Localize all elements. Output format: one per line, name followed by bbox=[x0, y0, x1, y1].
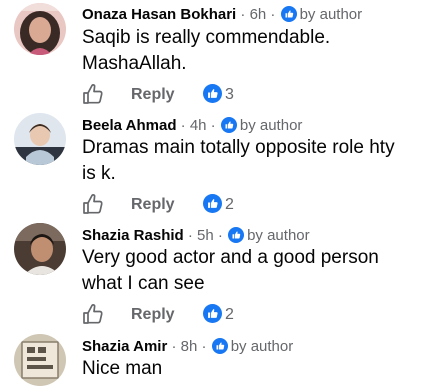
reaction-summary[interactable]: 2 bbox=[203, 304, 234, 324]
reaction-count: 3 bbox=[225, 86, 234, 103]
commenter-name[interactable]: Shazia Amir bbox=[82, 338, 167, 355]
separator: · bbox=[206, 117, 220, 134]
comment-timestamp[interactable]: 8h bbox=[181, 338, 198, 355]
avatar[interactable] bbox=[14, 113, 66, 165]
author-badge-icon bbox=[211, 338, 228, 354]
author-badge-label: by author bbox=[239, 117, 303, 134]
author-badge-label: by author bbox=[247, 227, 310, 244]
separator: · bbox=[266, 6, 280, 23]
reaction-summary[interactable]: 3 bbox=[203, 84, 234, 104]
commenter-name[interactable]: Shazia Rashid bbox=[82, 227, 184, 244]
reaction-count: 2 bbox=[225, 306, 234, 323]
avatar[interactable] bbox=[14, 223, 66, 275]
reply-button[interactable]: Reply bbox=[131, 195, 175, 215]
author-badge-label: by author bbox=[230, 338, 294, 355]
commenter-name[interactable]: Beela Ahmad bbox=[82, 117, 176, 134]
author-badge-icon bbox=[228, 227, 245, 243]
thumbs-up-outline-icon[interactable] bbox=[82, 193, 104, 215]
like-reaction-icon bbox=[203, 84, 222, 103]
comment-text: Nice man bbox=[82, 358, 163, 379]
comment-text: Saqib is really commendable. MashaAllah. bbox=[82, 27, 331, 74]
like-reaction-icon bbox=[203, 304, 222, 323]
reply-button[interactable]: Reply bbox=[131, 85, 175, 105]
separator: · bbox=[176, 117, 190, 134]
avatar[interactable] bbox=[14, 334, 66, 386]
separator: · bbox=[236, 6, 250, 23]
comment-timestamp[interactable]: 4h bbox=[190, 117, 207, 134]
thumbs-up-outline-icon[interactable] bbox=[82, 303, 104, 325]
separator: · bbox=[183, 227, 198, 244]
comment-timestamp[interactable]: 5h bbox=[197, 227, 214, 244]
reaction-count: 2 bbox=[225, 196, 234, 213]
avatar[interactable] bbox=[14, 3, 66, 55]
commenter-name[interactable]: Onaza Hasan Bokhari bbox=[82, 6, 236, 23]
comment-timestamp[interactable]: 6h bbox=[250, 6, 267, 23]
reply-button[interactable]: Reply bbox=[131, 305, 175, 325]
comment-text: Dramas main totally opposite role hty is… bbox=[82, 137, 395, 184]
comment-text: Very good actor and a good person what I… bbox=[82, 247, 379, 294]
author-badge-icon bbox=[220, 117, 237, 133]
author-badge-icon bbox=[280, 6, 297, 22]
thumbs-up-outline-icon[interactable] bbox=[82, 83, 104, 105]
separator: · bbox=[167, 338, 181, 355]
like-reaction-icon bbox=[203, 194, 222, 213]
author-badge-label: by author bbox=[299, 6, 363, 23]
reaction-summary[interactable]: 2 bbox=[203, 194, 234, 214]
separator: · bbox=[213, 227, 228, 244]
separator: · bbox=[197, 338, 211, 355]
